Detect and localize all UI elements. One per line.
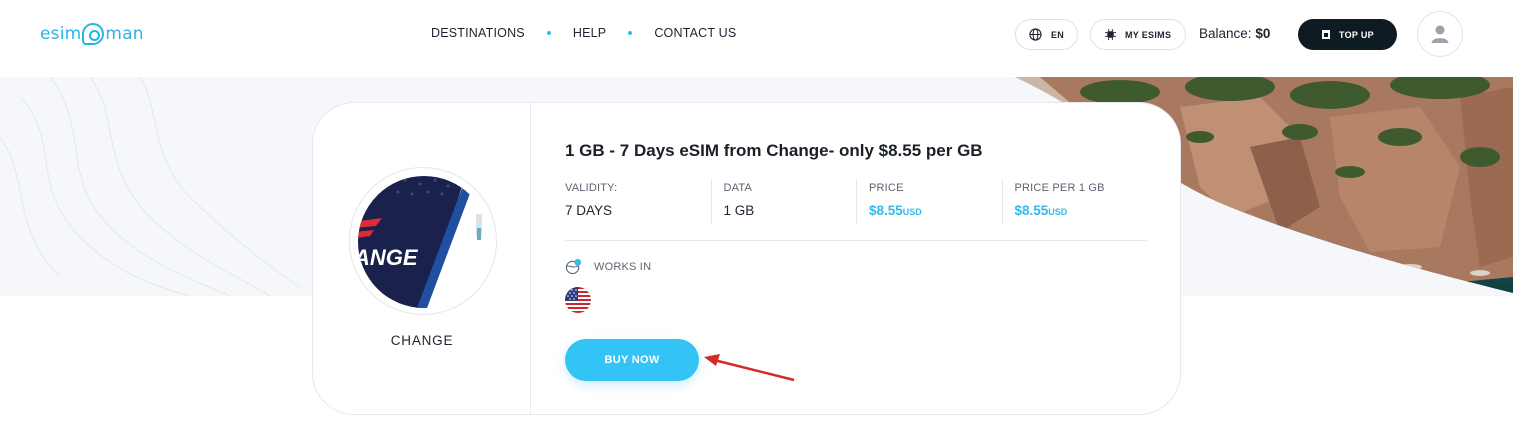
- account-button[interactable]: [1417, 11, 1463, 57]
- price-currency: USD: [902, 207, 922, 217]
- logo-mark-icon: [82, 23, 105, 45]
- nav-separator: [628, 31, 633, 35]
- spec-label: PRICE PER 1 GB: [1014, 182, 1105, 194]
- operator-card-text: ANGE: [353, 245, 419, 270]
- works-in-label: WORKS IN: [594, 260, 652, 273]
- spec-data: DATA 1 GB: [710, 180, 857, 224]
- balance: Balance: $0: [1199, 26, 1270, 41]
- globe-icon: [1029, 28, 1042, 41]
- operator-panel: ANGE CHANGE: [313, 103, 531, 414]
- buy-now-button[interactable]: BUY NOW: [565, 339, 699, 381]
- spec-label: VALIDITY:: [565, 182, 618, 194]
- top-up-button[interactable]: TOP UP: [1298, 19, 1397, 50]
- spec-validity: VALIDITY: 7 DAYS: [565, 180, 711, 224]
- my-esims-label: MY ESIMS: [1125, 29, 1172, 40]
- price-currency: USD: [1048, 207, 1068, 217]
- plan-specs: VALIDITY: 7 DAYS DATA 1 GB PRICE $8.55US…: [565, 180, 1147, 224]
- language-selector[interactable]: EN: [1015, 19, 1078, 50]
- spec-value: $8.55USD: [1015, 203, 1148, 218]
- spec-label: PRICE: [869, 182, 904, 194]
- my-esims-button[interactable]: MY ESIMS: [1090, 19, 1186, 50]
- plan-title: 1 GB - 7 Days eSIM from Change- only $8.…: [565, 141, 983, 160]
- spec-price-per-gb: PRICE PER 1 GB $8.55USD: [1001, 180, 1148, 224]
- spec-value: 7 DAYS: [565, 203, 613, 218]
- sim-card-icon: [1322, 30, 1330, 39]
- balance-value: $0: [1255, 26, 1271, 41]
- works-in: WORKS IN: [565, 258, 651, 275]
- spec-value: $8.55USD: [869, 203, 1002, 218]
- operator-card-image: ANGE: [349, 167, 497, 315]
- logo-text-right: man: [105, 24, 144, 44]
- spec-label: DATA: [723, 182, 753, 194]
- nav-separator: [546, 31, 551, 35]
- red-arrow-annotation: [704, 354, 795, 382]
- spec-value: 1 GB: [723, 203, 755, 218]
- price-amount: $8.55: [1014, 203, 1049, 218]
- user-icon: [1431, 25, 1449, 43]
- spec-price: PRICE $8.55USD: [856, 180, 1002, 224]
- language-label: EN: [1051, 29, 1065, 40]
- main-nav: DESTINATIONS HELP CONTACT US: [431, 26, 736, 40]
- divider: [565, 240, 1147, 241]
- esimman-logo[interactable]: esim man: [40, 22, 144, 46]
- nav-destinations[interactable]: DESTINATIONS: [431, 26, 525, 40]
- logo-text-left: esim: [40, 24, 82, 44]
- top-up-label: TOP UP: [1339, 29, 1374, 40]
- globe-network-icon: [565, 258, 582, 275]
- operator-name: CHANGE: [390, 333, 454, 348]
- sim-chip-icon: [1105, 29, 1116, 40]
- nav-help[interactable]: HELP: [573, 26, 606, 40]
- site-header: esim man DESTINATIONS HELP CONTACT US EN…: [0, 0, 1513, 77]
- balance-label: Balance:: [1199, 26, 1252, 41]
- nav-contact-us[interactable]: CONTACT US: [654, 26, 736, 40]
- price-amount: $8.55: [869, 203, 903, 218]
- us-flag-icon: [565, 287, 591, 313]
